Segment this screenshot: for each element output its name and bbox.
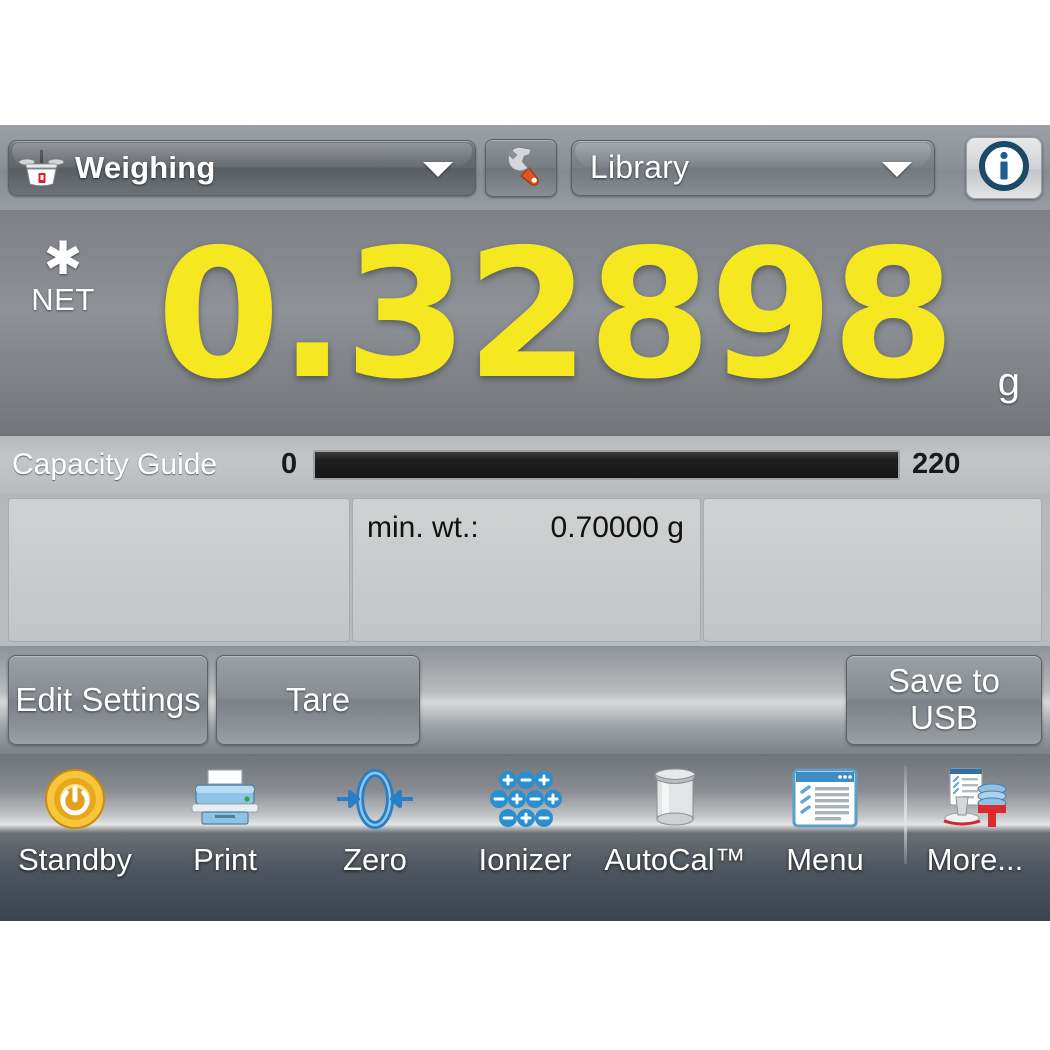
toolbar-label-print: Print [193,842,257,877]
info-button[interactable] [966,137,1042,199]
toolbar-divider [904,766,907,864]
save-to-usb-button[interactable]: Save to USB [846,655,1042,745]
chevron-down-icon [882,161,912,177]
edit-settings-button[interactable]: Edit Settings [8,655,208,745]
net-indicator: NET [31,282,95,317]
header-bar: Weighing Library [0,125,1050,210]
application-selector-label: Weighing [75,149,216,185]
capacity-guide-label: Capacity Guide [12,447,218,481]
library-selector[interactable]: Library [571,139,935,196]
toolbar-item-menu[interactable]: Menu [750,754,900,878]
tare-button[interactable]: Tare [216,655,420,745]
toolbar-item-standby[interactable]: Standby [0,754,150,878]
capacity-max-label: 220 [912,448,961,480]
stability-star-indicator: ✱ [43,232,83,284]
settings-wrench-button[interactable] [485,138,557,197]
weight-indicators: ✱ NET [20,232,106,324]
wrench-icon [499,143,543,192]
ionizer-charges-icon [485,767,565,831]
info-panel-left[interactable] [8,498,350,642]
min-weight-label: min. wt.: [367,511,479,544]
toolbar-label-zero: Zero [343,842,407,877]
toolbar-item-more[interactable]: More... [900,754,1050,878]
toolbar-label-ionizer: Ionizer [478,842,572,877]
action-button-bar: Edit Settings Tare Save to USB [0,646,1050,754]
toolbar-label-autocal: AutoCal™ [604,842,746,877]
balance-touchscreen: Weighing Library ✱ NET 0.32898 g Capacit… [0,125,1050,921]
weight-unit: g [997,360,1020,404]
min-weight-value: 0.70000 g [550,511,684,544]
toolbar-label-standby: Standby [18,842,132,877]
weight-value: 0.32898 [156,211,956,418]
info-icon [979,140,1029,196]
info-panel-middle[interactable]: min. wt.: 0.70000 g [352,498,701,642]
toolbar-label-menu: Menu [786,842,864,877]
min-weight-row: min. wt.: 0.70000 g [367,511,684,545]
balance-scale-icon [18,148,65,188]
printer-icon [190,767,260,831]
weight-display-area: ✱ NET 0.32898 g [0,210,1050,435]
power-standby-icon [44,767,106,831]
toolbar-item-autocal[interactable]: AutoCal™ [600,754,750,878]
calibration-weight-icon [644,767,706,831]
save-to-usb-label-line1: Save to [888,662,1000,700]
more-applications-icon [938,767,1012,831]
application-selector[interactable]: Weighing [8,139,476,196]
toolbar-label-more: More... [926,842,1024,877]
toolbar-item-ionizer[interactable]: Ionizer [450,754,600,878]
zero-arrows-icon [333,767,417,831]
library-selector-label: Library [590,149,690,185]
save-to-usb-label-line2: USB [910,699,978,736]
info-panel-right[interactable] [703,498,1042,642]
toolbar-item-print[interactable]: Print [150,754,300,878]
chevron-down-icon [423,161,453,177]
capacity-bar [313,449,900,480]
bottom-toolbar: Standby Print Zero Ionizer AutoCal™ Menu… [0,754,1050,921]
capacity-guide: Capacity Guide 0 220 [0,435,1050,493]
capacity-min-label: 0 [281,448,298,480]
menu-window-list-icon [792,767,858,831]
toolbar-item-zero[interactable]: Zero [300,754,450,878]
info-panels: min. wt.: 0.70000 g [0,493,1050,646]
